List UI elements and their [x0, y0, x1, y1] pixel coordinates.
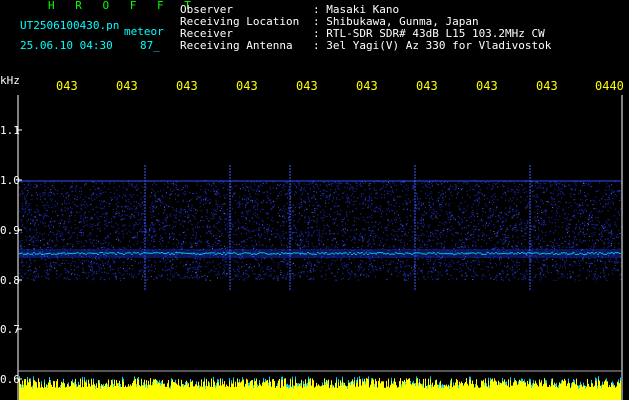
y-tick-label: 1.0 — [0, 174, 20, 187]
time-tick-label: 043 — [536, 79, 558, 93]
file-count: 87_ — [140, 39, 160, 52]
time-tick-label: 043 — [356, 79, 378, 93]
file-datetime: 25.06.10 04:30 — [20, 39, 113, 52]
info-value-antenna: : 3el Yagi(V) Az 330 for Vladivostok — [313, 39, 552, 52]
time-tick-label: 043 — [56, 79, 78, 93]
file-mode: meteor — [124, 25, 164, 38]
y-tick-label: 0.9 — [0, 224, 20, 237]
y-axis-unit: kHz — [0, 74, 20, 87]
time-tick-label: 043 — [116, 79, 138, 93]
info-label-antenna: Receiving Antenna — [180, 39, 293, 52]
y-tick-label: 0.6 — [0, 373, 20, 386]
carrier-signal-line — [19, 249, 621, 258]
time-tick-label: 043 — [176, 79, 198, 93]
y-tick-label: 1.1 — [0, 124, 20, 137]
file-name: UT2506100430.pn — [20, 19, 120, 32]
time-tick-label: 043 — [236, 79, 258, 93]
spectrogram-waterfall — [17, 95, 623, 400]
y-tick-label: 0.8 — [0, 274, 20, 287]
y-tick-label: 0.7 — [0, 323, 20, 336]
time-tick-label: 043 — [476, 79, 498, 93]
noise-field — [19, 180, 622, 281]
bottom-intensity-bar — [19, 376, 621, 400]
app-title: H R O F F T — [48, 0, 198, 12]
noise-dots — [19, 180, 622, 281]
time-tick-label: 043 — [416, 79, 438, 93]
time-tick-label: 043 — [296, 79, 318, 93]
time-tick-label: 0440 — [595, 79, 624, 93]
